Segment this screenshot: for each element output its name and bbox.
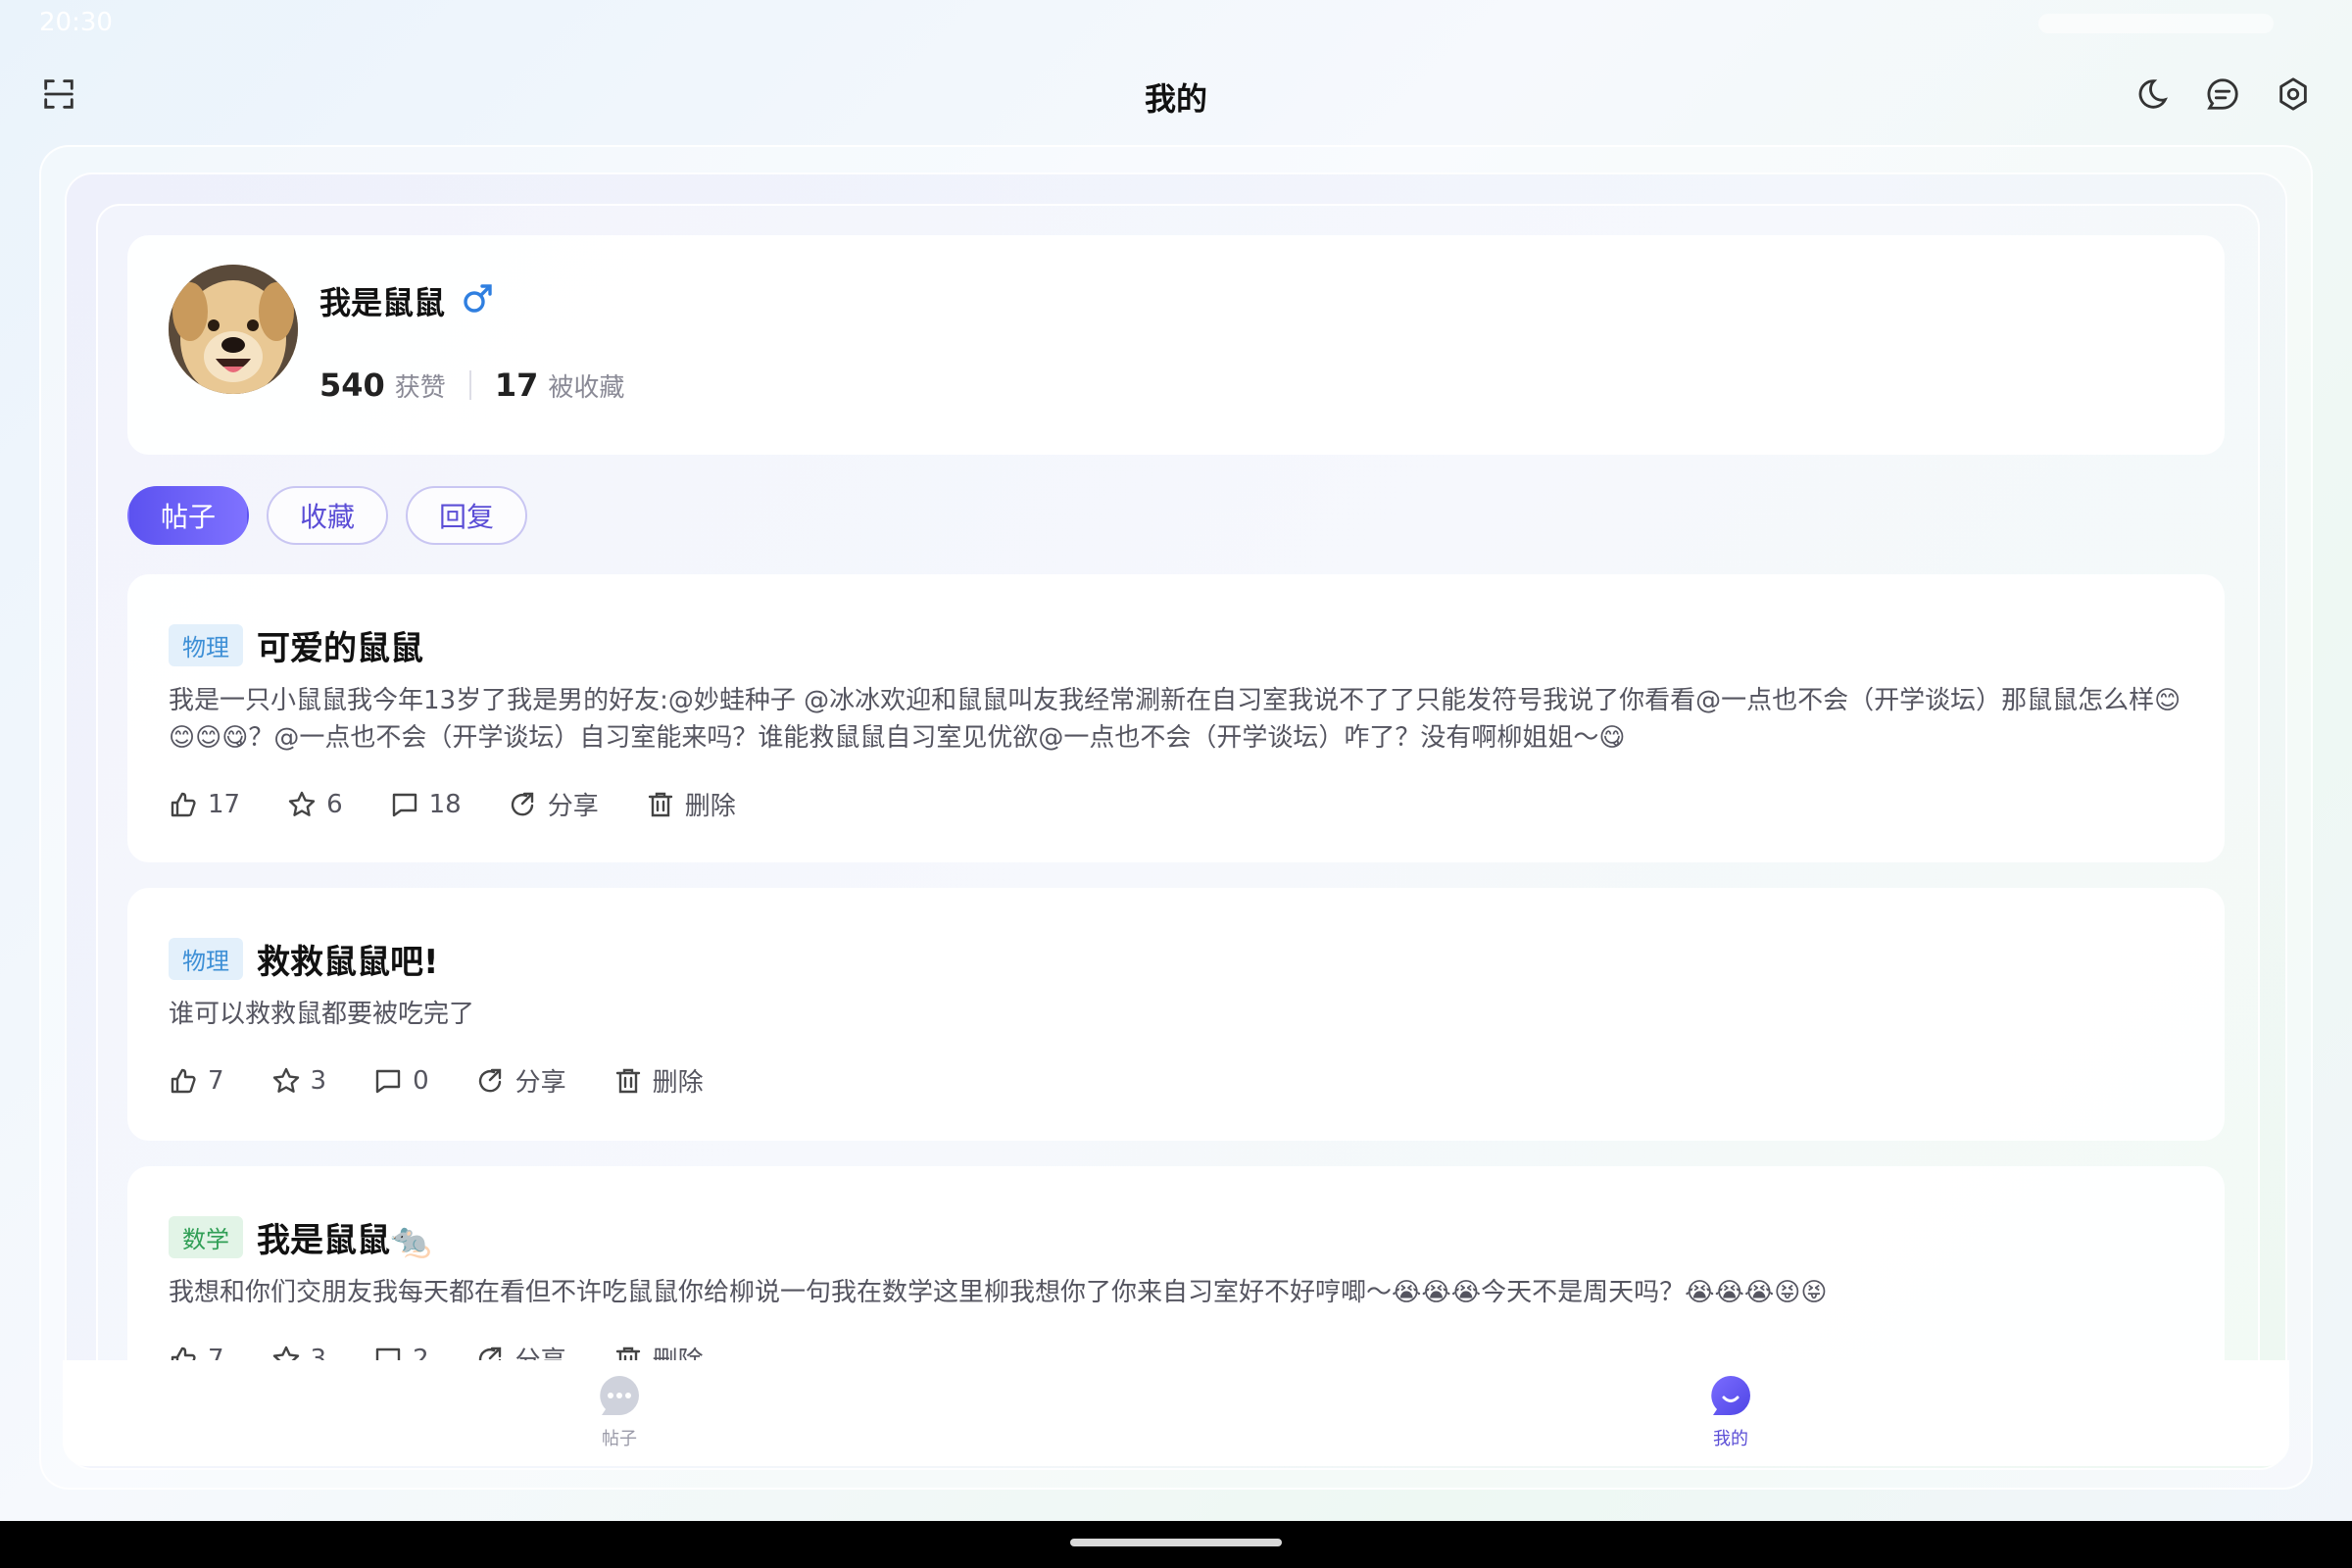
home-indicator[interactable] [1070,1539,1282,1546]
content-panel: 我是鼠鼠 540 获赞 17 被收藏 帖子 收藏 回复 物理 可爱的鼠鼠 我是一… [65,172,2287,1470]
chat-bubble-icon [600,1376,639,1415]
system-nav-bar [0,1521,2352,1568]
likes-label: 获赞 [394,372,446,403]
tab-posts[interactable]: 帖子 [127,486,250,545]
messages-button[interactable] [2193,65,2252,123]
likes-count: 540 [319,367,385,404]
page-title: 我的 [1144,80,1207,118]
dog-avatar-image [169,265,298,394]
post-header: 物理 救救鼠鼠吧! [169,935,439,983]
post-body: 谁可以救救鼠都要被吃完了 [169,1000,475,1029]
post-body: 我是一只小鼠鼠我今年13岁了我是男的好友:@妙蛙种子 @冰冰欢迎和鼠鼠叫友我经常… [169,686,2181,753]
like-count: 17 [208,789,241,819]
comment-button[interactable]: 0 [373,1066,429,1096]
profile-face-icon [1711,1376,1750,1415]
battery-icon [2038,14,2274,33]
like-button[interactable]: 17 [169,790,240,819]
profile-content: 我是鼠鼠 540 获赞 17 被收藏 帖子 收藏 回复 物理 可爱的鼠鼠 我是一… [96,204,2260,1448]
tab-favorites[interactable]: 收藏 [267,486,389,545]
trash-icon [648,792,672,816]
status-bar: 20:30 [0,0,2352,47]
bottom-nav: 帖子 我的 [63,1360,2289,1466]
status-time: 20:30 [39,8,113,37]
post-title: 可爱的鼠鼠 [257,629,423,668]
favorite-count: 6 [326,789,343,819]
post-card[interactable]: 物理 救救鼠鼠吧! 谁可以救救鼠都要被吃完了 7 3 0 分享 删除 [127,888,2225,1141]
moon-icon [2138,79,2168,109]
post-header: 物理 可爱的鼠鼠 [169,621,423,669]
profile-card: 我是鼠鼠 540 获赞 17 被收藏 [127,235,2225,455]
post-title: 救救鼠鼠吧! [257,943,439,982]
star-icon [288,791,316,816]
share-label: 分享 [514,1068,566,1098]
post-subject-tag: 物理 [169,624,243,666]
message-icon [2207,78,2238,110]
trash-icon [615,1068,640,1093]
favorited-count: 17 [494,367,539,404]
favorite-button[interactable]: 6 [287,790,343,819]
settings-icon [2279,77,2307,111]
comment-count: 18 [428,789,462,819]
content-tabs: 帖子 收藏 回复 [127,486,528,545]
comment-button[interactable]: 18 [390,790,462,819]
share-button[interactable]: 分享 [476,1062,566,1099]
share-icon [478,1068,501,1092]
tab-replies[interactable]: 回复 [406,486,528,545]
settings-button[interactable] [2264,65,2323,123]
delete-button[interactable]: 删除 [613,1062,704,1099]
stats-divider [468,370,471,400]
post-title: 我是鼠鼠🐀 [257,1221,432,1260]
favorite-button[interactable]: 3 [271,1065,327,1096]
post-subject-tag: 物理 [169,938,243,980]
share-button[interactable]: 分享 [509,786,599,822]
username: 我是鼠鼠 [319,284,446,321]
like-count: 7 [208,1065,224,1096]
avatar[interactable] [169,265,298,394]
post-header: 数学 我是鼠鼠🐀 [169,1213,431,1261]
share-label: 分享 [547,792,599,821]
delete-label: 删除 [684,792,736,821]
post-actions: 7 3 0 分享 删除 [169,1062,751,1099]
nav-item-mine[interactable]: 我的 [1672,1372,1789,1450]
post-subject-tag: 数学 [169,1216,243,1258]
share-icon [511,792,533,815]
delete-button[interactable]: 删除 [646,786,736,822]
thumbs-up-icon [171,792,196,816]
comment-count: 0 [413,1065,429,1096]
male-gender-icon [464,284,492,313]
profile-stats: 540 获赞 17 被收藏 [319,367,624,404]
thumbs-up-icon [171,1068,196,1093]
nav-label: 帖子 [602,1429,637,1449]
favorited-label: 被收藏 [548,372,625,403]
post-body: 我想和你们交朋友我每天都在看但不许吃鼠鼠你给柳说一句我在数学这里柳我想你了你来自… [169,1278,1828,1307]
top-bar: 我的 [0,57,2352,135]
nav-item-posts[interactable]: 帖子 [561,1372,678,1450]
comment-icon [392,793,416,816]
like-button[interactable]: 7 [169,1066,224,1096]
comment-icon [375,1069,401,1093]
delete-label: 删除 [652,1068,704,1098]
nav-label: 我的 [1713,1429,1748,1449]
favorite-count: 3 [310,1065,327,1096]
post-actions: 17 6 18 分享 删除 [169,786,783,822]
post-card[interactable]: 物理 可爱的鼠鼠 我是一只小鼠鼠我今年13岁了我是男的好友:@妙蛙种子 @冰冰欢… [127,574,2225,862]
star-icon [272,1067,299,1093]
dark-mode-button[interactable] [2123,65,2181,123]
